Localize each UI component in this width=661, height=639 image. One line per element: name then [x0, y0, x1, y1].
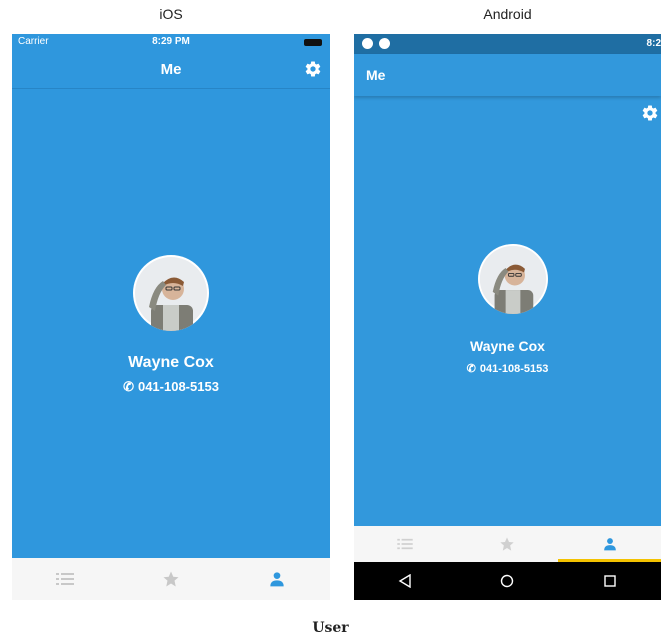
- android-screen: 8:2 Me Wayne Cox ✆ 041-108-5153: [354, 34, 661, 600]
- avatar-photo: [135, 257, 207, 331]
- gear-icon[interactable]: [304, 60, 322, 78]
- android-icon: [379, 38, 390, 49]
- android-toolbar: Me: [354, 54, 661, 96]
- page-title: Me: [366, 67, 386, 83]
- avatar: [478, 244, 548, 314]
- list-icon: [55, 573, 74, 585]
- person-icon: [603, 538, 616, 551]
- status-clock: 8:2: [646, 38, 661, 49]
- ios-screen: Carrier 8:29 PM Me Wayne Cox ✆ 041-108-51…: [12, 34, 330, 600]
- ios-nav-bar: Me: [12, 50, 330, 89]
- android-label: Android: [483, 6, 532, 22]
- person-icon: [270, 572, 284, 587]
- ios-label: iOS: [159, 6, 183, 22]
- avatar: [133, 255, 209, 331]
- user-phone[interactable]: ✆ 041-108-5153: [12, 379, 330, 395]
- star-icon: [163, 571, 179, 587]
- recents-icon: [604, 575, 616, 587]
- tab-favorites[interactable]: [456, 526, 558, 562]
- tab-list[interactable]: [354, 526, 456, 562]
- ios-tab-bar: [12, 558, 330, 600]
- phone-number: 041-108-5153: [479, 363, 549, 375]
- phone-icon: ✆: [466, 363, 476, 375]
- ios-status-bar: Carrier 8:29 PM: [12, 34, 330, 50]
- android-status-bar: 8:2: [354, 34, 661, 54]
- tab-me[interactable]: [224, 558, 330, 600]
- figure-caption: User: [312, 620, 349, 636]
- user-name: Wayne Cox: [470, 338, 545, 354]
- tab-list[interactable]: [12, 558, 118, 600]
- home-button[interactable]: [456, 562, 558, 600]
- back-icon: [398, 574, 411, 588]
- tab-me[interactable]: [559, 526, 661, 562]
- user-phone[interactable]: ✆ 041-108-5153: [354, 362, 661, 375]
- notification-icon: [362, 38, 373, 49]
- home-icon: [501, 574, 514, 588]
- phone-number: 041-108-5153: [137, 379, 219, 394]
- star-icon: [500, 537, 515, 551]
- recents-button[interactable]: [559, 562, 661, 600]
- status-time: 8:29 PM: [152, 36, 190, 47]
- gear-icon[interactable]: [641, 104, 659, 122]
- back-button[interactable]: [354, 562, 456, 600]
- tab-favorites[interactable]: [118, 558, 224, 600]
- phone-icon: ✆: [123, 379, 134, 394]
- android-nav-bar: [354, 562, 661, 600]
- android-tab-bar: [354, 526, 661, 562]
- avatar-photo: [479, 245, 547, 314]
- page-title: Me: [160, 61, 182, 78]
- user-name: Wayne Cox: [128, 354, 214, 371]
- list-icon: [397, 538, 413, 550]
- battery-icon: [304, 39, 322, 46]
